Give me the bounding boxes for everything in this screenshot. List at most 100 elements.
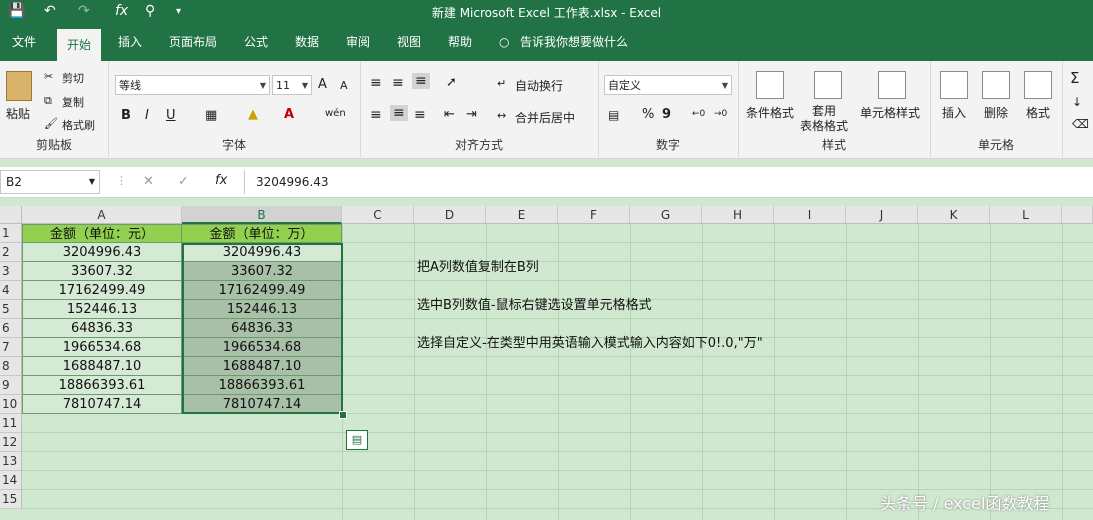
column-header-f[interactable]: F: [558, 206, 630, 224]
align-center-icon[interactable]: ≡: [390, 105, 408, 121]
conditional-format-button[interactable]: 条件格式: [746, 104, 794, 121]
row-header[interactable]: 9: [0, 376, 22, 395]
border-icon[interactable]: ▦: [205, 108, 217, 123]
cell-a3[interactable]: 33607.32: [22, 262, 182, 281]
row-header[interactable]: 15: [0, 490, 22, 509]
row-header[interactable]: 7: [0, 338, 22, 357]
cell-a10[interactable]: 7810747.14: [22, 395, 182, 414]
format-cells-button[interactable]: 格式: [1026, 104, 1050, 121]
font-size-select[interactable]: 11 ▼: [272, 75, 312, 95]
format-cells-icon[interactable]: [1024, 71, 1052, 99]
delete-cells-icon[interactable]: [982, 71, 1010, 99]
cell-a4[interactable]: 17162499.49: [22, 281, 182, 300]
cell-a2[interactable]: 3204996.43: [22, 243, 182, 262]
bold-button[interactable]: B: [121, 108, 131, 123]
row-header[interactable]: 12: [0, 433, 22, 452]
tab-home[interactable]: 开始: [57, 29, 102, 61]
column-header-d[interactable]: D: [414, 206, 486, 224]
column-header-m[interactable]: [1062, 206, 1093, 224]
tab-formulas[interactable]: 公式: [244, 24, 268, 61]
decrease-decimal-icon[interactable]: →0: [714, 109, 727, 119]
cell-b4[interactable]: 17162499.49: [182, 281, 342, 300]
wrap-text-button[interactable]: 自动换行: [515, 77, 563, 94]
row-header[interactable]: 14: [0, 471, 22, 490]
select-all-corner[interactable]: [0, 206, 22, 224]
row-header[interactable]: 8: [0, 357, 22, 376]
formula-input[interactable]: 3204996.43: [244, 170, 1093, 194]
tab-view[interactable]: 视图: [397, 24, 421, 61]
insert-cells-icon[interactable]: [940, 71, 968, 99]
cell-b1[interactable]: 金额（单位：万）: [182, 224, 342, 243]
decrease-indent-icon[interactable]: ⇤: [444, 107, 455, 122]
insert-cells-button[interactable]: 插入: [942, 104, 966, 121]
tab-data[interactable]: 数据: [295, 24, 319, 61]
tab-help[interactable]: 帮助: [448, 24, 472, 61]
cell-a8[interactable]: 1688487.10: [22, 357, 182, 376]
cell-a1[interactable]: 金额（单位：元）: [22, 224, 182, 243]
merge-center-button[interactable]: 合并后居中: [515, 109, 575, 126]
column-header-g[interactable]: G: [630, 206, 702, 224]
autosum-icon[interactable]: Σ: [1070, 69, 1079, 87]
name-box[interactable]: B2 ▼: [0, 170, 100, 194]
fill-handle[interactable]: [339, 411, 347, 419]
column-header-h[interactable]: H: [702, 206, 774, 224]
align-right-icon[interactable]: ≡: [414, 107, 426, 123]
clear-icon[interactable]: ⌫: [1072, 117, 1089, 131]
italic-button[interactable]: I: [145, 108, 149, 123]
wrap-text-icon[interactable]: ↵: [497, 77, 506, 90]
row-header[interactable]: 10: [0, 395, 22, 414]
column-header-a[interactable]: A: [22, 206, 182, 224]
fill-icon[interactable]: ↓: [1072, 95, 1082, 109]
insert-function-icon[interactable]: fx: [215, 173, 227, 188]
cell-a9[interactable]: 18866393.61: [22, 376, 182, 395]
cell-styles-button[interactable]: 单元格样式: [860, 104, 920, 121]
row-header[interactable]: 3: [0, 262, 22, 281]
quick-analysis-icon[interactable]: ▤: [346, 430, 368, 450]
cut-button[interactable]: 剪切: [62, 70, 84, 86]
font-color-icon[interactable]: A: [284, 107, 294, 122]
row-header[interactable]: 13: [0, 452, 22, 471]
cell-a6[interactable]: 64836.33: [22, 319, 182, 338]
percent-button[interactable]: %: [642, 107, 654, 122]
tab-insert[interactable]: 插入: [118, 24, 142, 61]
align-left-icon[interactable]: ≡: [370, 107, 382, 123]
align-bottom-icon[interactable]: ≡: [412, 73, 430, 89]
align-middle-icon[interactable]: ≡: [392, 75, 404, 91]
cell-b2[interactable]: 3204996.43: [182, 243, 342, 262]
row-header[interactable]: 11: [0, 414, 22, 433]
conditional-format-icon[interactable]: [756, 71, 784, 99]
cell-b6[interactable]: 64836.33: [182, 319, 342, 338]
grow-font-button[interactable]: A: [318, 77, 327, 92]
cell-b5[interactable]: 152446.13: [182, 300, 342, 319]
row-header[interactable]: 6: [0, 319, 22, 338]
column-header-k[interactable]: K: [918, 206, 990, 224]
align-top-icon[interactable]: ≡: [370, 75, 382, 91]
enter-icon[interactable]: ✓: [178, 174, 189, 189]
orientation-icon[interactable]: ➚: [446, 75, 457, 90]
instruction-note[interactable]: 选中B列数值-鼠标右键选设置单元格格式: [417, 294, 652, 313]
column-header-c[interactable]: C: [342, 206, 414, 224]
phonetic-button[interactable]: wén: [325, 108, 346, 119]
instruction-note[interactable]: 选择自定义-在类型中用英语输入模式输入内容如下0!.0,"万": [417, 332, 763, 351]
cell-a5[interactable]: 152446.13: [22, 300, 182, 319]
cut-icon[interactable]: ✂: [44, 70, 53, 83]
cell-styles-icon[interactable]: [878, 71, 906, 99]
column-header-l[interactable]: L: [990, 206, 1062, 224]
cell-b9[interactable]: 18866393.61: [182, 376, 342, 395]
tell-me-box[interactable]: 告诉我你想要做什么: [520, 24, 628, 61]
format-painter-button[interactable]: 格式刷: [62, 117, 95, 133]
paste-button[interactable]: 粘贴: [6, 105, 30, 122]
row-header[interactable]: 4: [0, 281, 22, 300]
delete-cells-button[interactable]: 删除: [984, 104, 1008, 121]
copy-icon[interactable]: ⧉: [44, 94, 52, 108]
column-header-i[interactable]: I: [774, 206, 846, 224]
number-format-select[interactable]: 自定义 ▼: [604, 75, 732, 95]
table-format-icon[interactable]: [814, 71, 842, 99]
underline-button[interactable]: U: [166, 108, 176, 123]
table-format-button[interactable]: 套用 表格格式: [800, 104, 848, 134]
increase-indent-icon[interactable]: ⇥: [466, 107, 477, 122]
copy-button[interactable]: 复制: [62, 94, 84, 110]
row-header[interactable]: 1: [0, 224, 22, 243]
fill-color-icon[interactable]: ▲: [248, 107, 258, 122]
instruction-note[interactable]: 把A列数值复制在B列: [417, 256, 539, 275]
